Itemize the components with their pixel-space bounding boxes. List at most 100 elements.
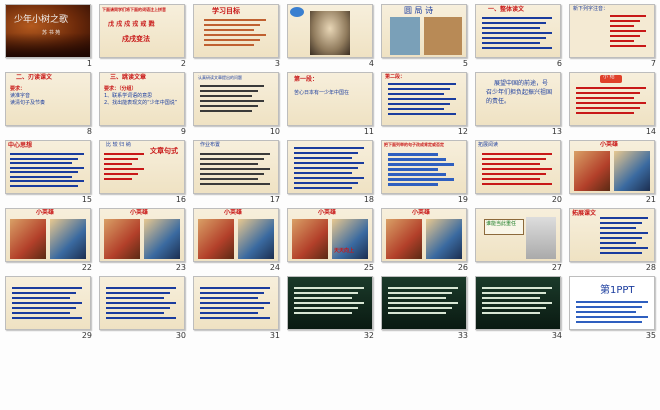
slide-cell[interactable]: 31 bbox=[190, 274, 284, 342]
slide-cell[interactable]: 新下列字注音： 7 bbox=[566, 2, 660, 70]
slide-cell[interactable]: 少年小树之歌苏 书 苑1 bbox=[2, 2, 96, 70]
poster-image bbox=[10, 219, 46, 259]
slide-cell[interactable]: 小英雄 22 bbox=[2, 206, 96, 274]
slide-cell[interactable]: 32 bbox=[284, 274, 378, 342]
slide-cell[interactable]: 第二段： 12 bbox=[378, 70, 472, 138]
slide-cell[interactable]: 下面请同学们将下面的词语注上拼音戊 戌 戍 戎 戒 戮戍戌变法 2 bbox=[96, 2, 190, 70]
slide-thumbnail[interactable] bbox=[287, 276, 373, 330]
slide-thumbnail[interactable]: 小英雄 天天向上 bbox=[287, 208, 373, 262]
text-line bbox=[610, 35, 640, 37]
slide-thumbnail[interactable]: 比 较 归 纳文章句式 bbox=[99, 140, 185, 194]
slide-cell[interactable]: 二、刃读课文 要求： 读准字音 读清句子及节奏 8 bbox=[2, 70, 96, 138]
slide-thumbnail[interactable]: 小英雄 bbox=[569, 140, 655, 194]
slide-thumbnail[interactable]: 小英雄 bbox=[381, 208, 467, 262]
text-line bbox=[482, 287, 552, 289]
slide-thumbnail[interactable]: 第二段： bbox=[381, 72, 467, 126]
slide-thumbnail[interactable]: 第一段： 苦心日本有一少年中国在 bbox=[287, 72, 373, 126]
slide-thumbnail[interactable]: 二、刃读课文 要求： 读准字音 读清句子及节奏 bbox=[5, 72, 91, 126]
slide-thumbnail[interactable]: 圆 局 诗 bbox=[381, 4, 467, 58]
slide-thumbnail[interactable]: 一、整体读文 bbox=[475, 4, 561, 58]
slide-cell[interactable]: 拓展阅读 20 bbox=[472, 138, 566, 206]
slide-cell[interactable]: 33 bbox=[378, 274, 472, 342]
slide-number: 22 bbox=[81, 263, 92, 272]
slide-thumbnail[interactable]: 新下列字注音： bbox=[569, 4, 655, 58]
slide-number: 30 bbox=[175, 331, 186, 340]
slide-thumbnail[interactable]: 第1PPT bbox=[569, 276, 655, 330]
text-line bbox=[600, 247, 648, 249]
slide-thumbnail[interactable]: 把下面列举的句子改成肯定或否定 bbox=[381, 140, 467, 194]
slide-cell[interactable]: 第1PPT 35 bbox=[566, 274, 660, 342]
slide-thumbnail[interactable]: 下面请同学们将下面的词语注上拼音戊 戌 戍 戎 戒 戮戍戌变法 bbox=[99, 4, 185, 58]
slide-cell[interactable]: 4 bbox=[284, 2, 378, 70]
text-line bbox=[600, 222, 642, 224]
slide-cell[interactable]: 中心思想 15 bbox=[2, 138, 96, 206]
text-line bbox=[200, 317, 270, 319]
text-line bbox=[388, 98, 456, 100]
slide-cell[interactable]: 比 较 归 纳文章句式 16 bbox=[96, 138, 190, 206]
text-line bbox=[388, 88, 450, 90]
slide-cell[interactable]: 把下面列举的句子改成肯定或否定 19 bbox=[378, 138, 472, 206]
slide-cell[interactable]: 小英雄 21 bbox=[566, 138, 660, 206]
slide-thumbnail[interactable] bbox=[381, 276, 467, 330]
text-line bbox=[294, 147, 364, 149]
slide-cell[interactable]: 18 bbox=[284, 138, 378, 206]
slide-cell[interactable]: 谁能当此重任 27 bbox=[472, 206, 566, 274]
slide-cell[interactable]: 小英雄 24 bbox=[190, 206, 284, 274]
slide-thumbnail[interactable]: 认真研读文章提出的问题 bbox=[193, 72, 279, 126]
text-line bbox=[388, 173, 446, 176]
slide-cell[interactable]: 学习目标 3 bbox=[190, 2, 284, 70]
slide-cell[interactable]: 一、整体读文 6 bbox=[472, 2, 566, 70]
slide-thumbnail[interactable] bbox=[99, 276, 185, 330]
slide-cell[interactable]: 小英雄 23 bbox=[96, 206, 190, 274]
slide-cell[interactable]: 三、跳读文章 要求：（分组） 1、联系学词语的意思 2、找出能表现文的“少年中国说” 9 bbox=[96, 70, 190, 138]
slide-thumbnail[interactable]: 中心思想 bbox=[5, 140, 91, 194]
slide-cell[interactable]: 小 结 14 bbox=[566, 70, 660, 138]
slide-thumbnail[interactable]: 谁能当此重任 bbox=[475, 208, 561, 262]
slide-thumbnail[interactable]: 少年小树之歌苏 书 苑 bbox=[5, 4, 91, 58]
slide-thumbnail[interactable]: 学习目标 bbox=[193, 4, 279, 58]
slide-cell[interactable]: 30 bbox=[96, 274, 190, 342]
text-line bbox=[12, 307, 76, 309]
slide-text: 要求：（分组） bbox=[104, 86, 137, 92]
poster-image bbox=[426, 219, 462, 259]
text-line bbox=[204, 29, 254, 31]
text-line bbox=[388, 307, 452, 309]
text-line bbox=[388, 158, 446, 161]
slide-thumbnail[interactable]: 小英雄 bbox=[5, 208, 91, 262]
slide-cell[interactable]: 展望中国的前途，号 召少年们担负起振兴祖国 的责任。 13 bbox=[472, 70, 566, 138]
text-line bbox=[600, 217, 648, 219]
text-line bbox=[200, 287, 270, 289]
text-line bbox=[106, 312, 164, 314]
slide-cell[interactable]: 34 bbox=[472, 274, 566, 342]
slide-thumbnail[interactable] bbox=[5, 276, 91, 330]
slide-thumbnail[interactable]: 拓展课文 bbox=[569, 208, 655, 262]
text-line bbox=[200, 163, 258, 165]
slide-text: 苦心日本有一少年中国在 bbox=[294, 90, 350, 96]
slide-heading: 作业布置 bbox=[200, 142, 221, 148]
slide-thumbnail[interactable]: 拓展阅读 bbox=[475, 140, 561, 194]
slide-cell[interactable]: 小英雄 天天向上 25 bbox=[284, 206, 378, 274]
slide-cell[interactable]: 29 bbox=[2, 274, 96, 342]
text-line bbox=[482, 32, 552, 34]
slide-thumbnail[interactable]: 作业布置 bbox=[193, 140, 279, 194]
slide-thumbnail[interactable]: 小英雄 bbox=[193, 208, 279, 262]
text-line bbox=[106, 302, 176, 304]
text-line bbox=[388, 178, 454, 181]
slide-thumbnail[interactable]: 展望中国的前途，号 召少年们担负起振兴祖国 的责任。 bbox=[475, 72, 561, 126]
slide-cell[interactable]: 认真研读文章提出的问题 10 bbox=[190, 70, 284, 138]
slide-heading: 比 较 归 纳 bbox=[106, 142, 131, 148]
slide-cell[interactable]: 小英雄 26 bbox=[378, 206, 472, 274]
slide-thumbnail[interactable] bbox=[287, 140, 373, 194]
slide-thumbnail[interactable] bbox=[475, 276, 561, 330]
slide-thumbnail[interactable]: 三、跳读文章 要求：（分组） 1、联系学词语的意思 2、找出能表现文的“少年中国说” bbox=[99, 72, 185, 126]
slide-thumbnail[interactable]: 小英雄 bbox=[99, 208, 185, 262]
slide-cell[interactable]: 圆 局 诗 5 bbox=[378, 2, 472, 70]
slide-thumbnail[interactable] bbox=[193, 276, 279, 330]
slide-cell[interactable]: 作业布置 17 bbox=[190, 138, 284, 206]
text-line bbox=[388, 302, 458, 304]
text-line bbox=[294, 167, 358, 169]
slide-thumbnail[interactable] bbox=[287, 4, 373, 58]
slide-thumbnail[interactable]: 小 结 bbox=[569, 72, 655, 126]
slide-cell[interactable]: 拓展课文 28 bbox=[566, 206, 660, 274]
slide-cell[interactable]: 第一段： 苦心日本有一少年中国在 11 bbox=[284, 70, 378, 138]
